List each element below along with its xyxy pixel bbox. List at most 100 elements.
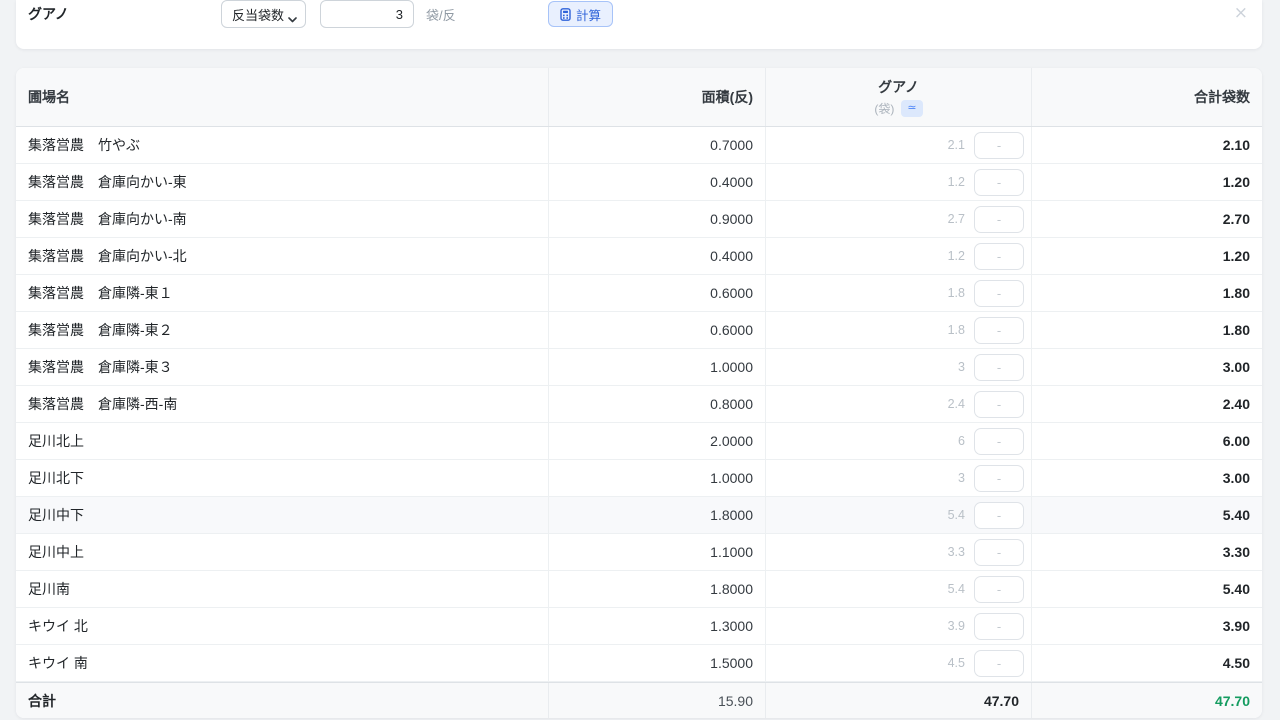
- total-bags: 1.80: [1223, 285, 1250, 301]
- total-bags: 3.00: [1223, 470, 1250, 486]
- field-name: 足川北上: [28, 431, 84, 451]
- approx-badge-icon[interactable]: ≃: [901, 100, 922, 117]
- header-guano: グアノ (袋) ≃: [766, 68, 1032, 126]
- calculated-bags: 6: [958, 434, 965, 448]
- rate-value-input[interactable]: [320, 0, 414, 28]
- total-bags: 2.70: [1223, 211, 1250, 227]
- total-bags: 3.30: [1223, 544, 1250, 560]
- total-bags: 3.00: [1223, 359, 1250, 375]
- bags-override-input[interactable]: [974, 354, 1024, 381]
- calculated-bags: 1.8: [948, 286, 965, 300]
- field-name: 集落営農 竹やぶ: [28, 135, 140, 155]
- table-row: 集落営農 竹やぶ 0.7000 2.1 2.10: [16, 127, 1262, 164]
- calculator-icon: [560, 8, 571, 21]
- header-guano-unit: (袋): [874, 100, 894, 117]
- area-value: 0.9000: [710, 211, 753, 227]
- calculated-bags: 5.4: [948, 508, 965, 522]
- field-name: 集落営農 倉庫隣-西-南: [28, 394, 177, 414]
- total-bags: 2.10: [1223, 137, 1250, 153]
- table-row: 集落営農 倉庫向かい-南 0.9000 2.7 2.70: [16, 201, 1262, 238]
- area-value: 0.4000: [710, 174, 753, 190]
- area-value: 1.8000: [710, 581, 753, 597]
- table-row: 足川中下 1.8000 5.4 5.40: [16, 497, 1262, 534]
- table-row: キウイ 南 1.5000 4.5 4.50: [16, 645, 1262, 682]
- bags-override-input[interactable]: [974, 206, 1024, 233]
- table-row: 足川南 1.8000 5.4 5.40: [16, 571, 1262, 608]
- bags-override-input[interactable]: [974, 317, 1024, 344]
- area-value: 0.8000: [710, 396, 753, 412]
- area-value: 0.6000: [710, 322, 753, 338]
- calculated-bags: 1.2: [948, 175, 965, 189]
- total-bags: 1.80: [1223, 322, 1250, 338]
- bags-override-input[interactable]: [974, 169, 1024, 196]
- bags-override-input[interactable]: [974, 650, 1024, 677]
- footer-total-sum: 47.70: [1032, 683, 1262, 718]
- calculated-bags: 2.1: [948, 138, 965, 152]
- calculated-bags: 3.3: [948, 545, 965, 559]
- calculated-bags: 3: [958, 471, 965, 485]
- footer-calc-sum: 47.70: [766, 683, 1032, 718]
- total-bags: 1.20: [1223, 248, 1250, 264]
- table-footer-row: 合計 15.90 47.70 47.70: [16, 682, 1262, 718]
- calculate-button[interactable]: 計算: [548, 1, 613, 27]
- bags-override-input[interactable]: [974, 391, 1024, 418]
- bags-override-input[interactable]: [974, 502, 1024, 529]
- total-bags: 6.00: [1223, 433, 1250, 449]
- toolbar-row: グアノ 反当袋数 袋/反 計算: [16, 0, 1262, 28]
- table-row: キウイ 北 1.3000 3.9 3.90: [16, 608, 1262, 645]
- table-row: 足川北上 2.0000 6 6.00: [16, 423, 1262, 460]
- total-bags: 1.20: [1223, 174, 1250, 190]
- chevron-down-icon: [288, 11, 297, 17]
- area-value: 0.7000: [710, 137, 753, 153]
- calculated-bags: 4.5: [948, 656, 965, 670]
- field-name: 集落営農 倉庫隣-東１: [28, 283, 173, 303]
- table-header-row: 圃場名 面積(反) グアノ (袋) ≃ 合計袋数: [16, 68, 1262, 127]
- field-name: 集落営農 倉庫向かい-東: [28, 172, 187, 192]
- bags-override-input[interactable]: [974, 280, 1024, 307]
- field-name: 集落営農 倉庫隣-東２: [28, 320, 173, 340]
- bags-override-input[interactable]: [974, 465, 1024, 492]
- field-name: キウイ 北: [28, 616, 88, 636]
- total-bags: 4.50: [1223, 655, 1250, 671]
- header-area: 面積(反): [549, 68, 766, 126]
- calculated-bags: 1.8: [948, 323, 965, 337]
- header-guano-title: グアノ: [878, 77, 919, 97]
- fertilizer-settings-card: グアノ 反当袋数 袋/反 計算 ×: [16, 0, 1262, 49]
- field-name: 足川北下: [28, 468, 84, 488]
- footer-total-label: 合計: [16, 683, 549, 718]
- calculated-bags: 1.2: [948, 249, 965, 263]
- bags-override-input[interactable]: [974, 576, 1024, 603]
- table-row: 集落営農 倉庫向かい-北 0.4000 1.2 1.20: [16, 238, 1262, 275]
- calculated-bags: 2.4: [948, 397, 965, 411]
- header-total-bags: 合計袋数: [1032, 68, 1262, 126]
- bags-override-input[interactable]: [974, 243, 1024, 270]
- area-value: 1.5000: [710, 655, 753, 671]
- table-row: 集落営農 倉庫向かい-東 0.4000 1.2 1.20: [16, 164, 1262, 201]
- bags-override-input[interactable]: [974, 428, 1024, 455]
- bags-override-input[interactable]: [974, 613, 1024, 640]
- field-name: 集落営農 倉庫向かい-北: [28, 246, 187, 266]
- area-value: 1.0000: [710, 470, 753, 486]
- total-bags: 5.40: [1223, 507, 1250, 523]
- calculate-button-label: 計算: [576, 5, 601, 24]
- table-row: 足川北下 1.0000 3 3.00: [16, 460, 1262, 497]
- calculated-bags: 3: [958, 360, 965, 374]
- calculated-bags: 5.4: [948, 582, 965, 596]
- bags-override-input[interactable]: [974, 539, 1024, 566]
- total-bags: 5.40: [1223, 581, 1250, 597]
- area-value: 2.0000: [710, 433, 753, 449]
- field-bags-table: 圃場名 面積(反) グアノ (袋) ≃ 合計袋数 集落営農 竹やぶ 0.7000…: [16, 68, 1262, 718]
- field-name: 集落営農 倉庫隣-東３: [28, 357, 173, 377]
- table-body: 集落営農 竹やぶ 0.7000 2.1 2.10 集落営農 倉庫向かい-東 0.…: [16, 127, 1262, 682]
- area-value: 1.3000: [710, 618, 753, 634]
- rate-mode-select[interactable]: 反当袋数: [221, 0, 306, 28]
- area-value: 0.6000: [710, 285, 753, 301]
- area-value: 1.1000: [710, 544, 753, 560]
- bags-override-input[interactable]: [974, 132, 1024, 159]
- footer-area-sum: 15.90: [549, 683, 766, 718]
- total-bags: 2.40: [1223, 396, 1250, 412]
- field-name: 足川中上: [28, 542, 84, 562]
- close-icon[interactable]: ×: [1234, 5, 1248, 22]
- field-name: 足川中下: [28, 505, 84, 525]
- header-field-name: 圃場名: [16, 68, 549, 126]
